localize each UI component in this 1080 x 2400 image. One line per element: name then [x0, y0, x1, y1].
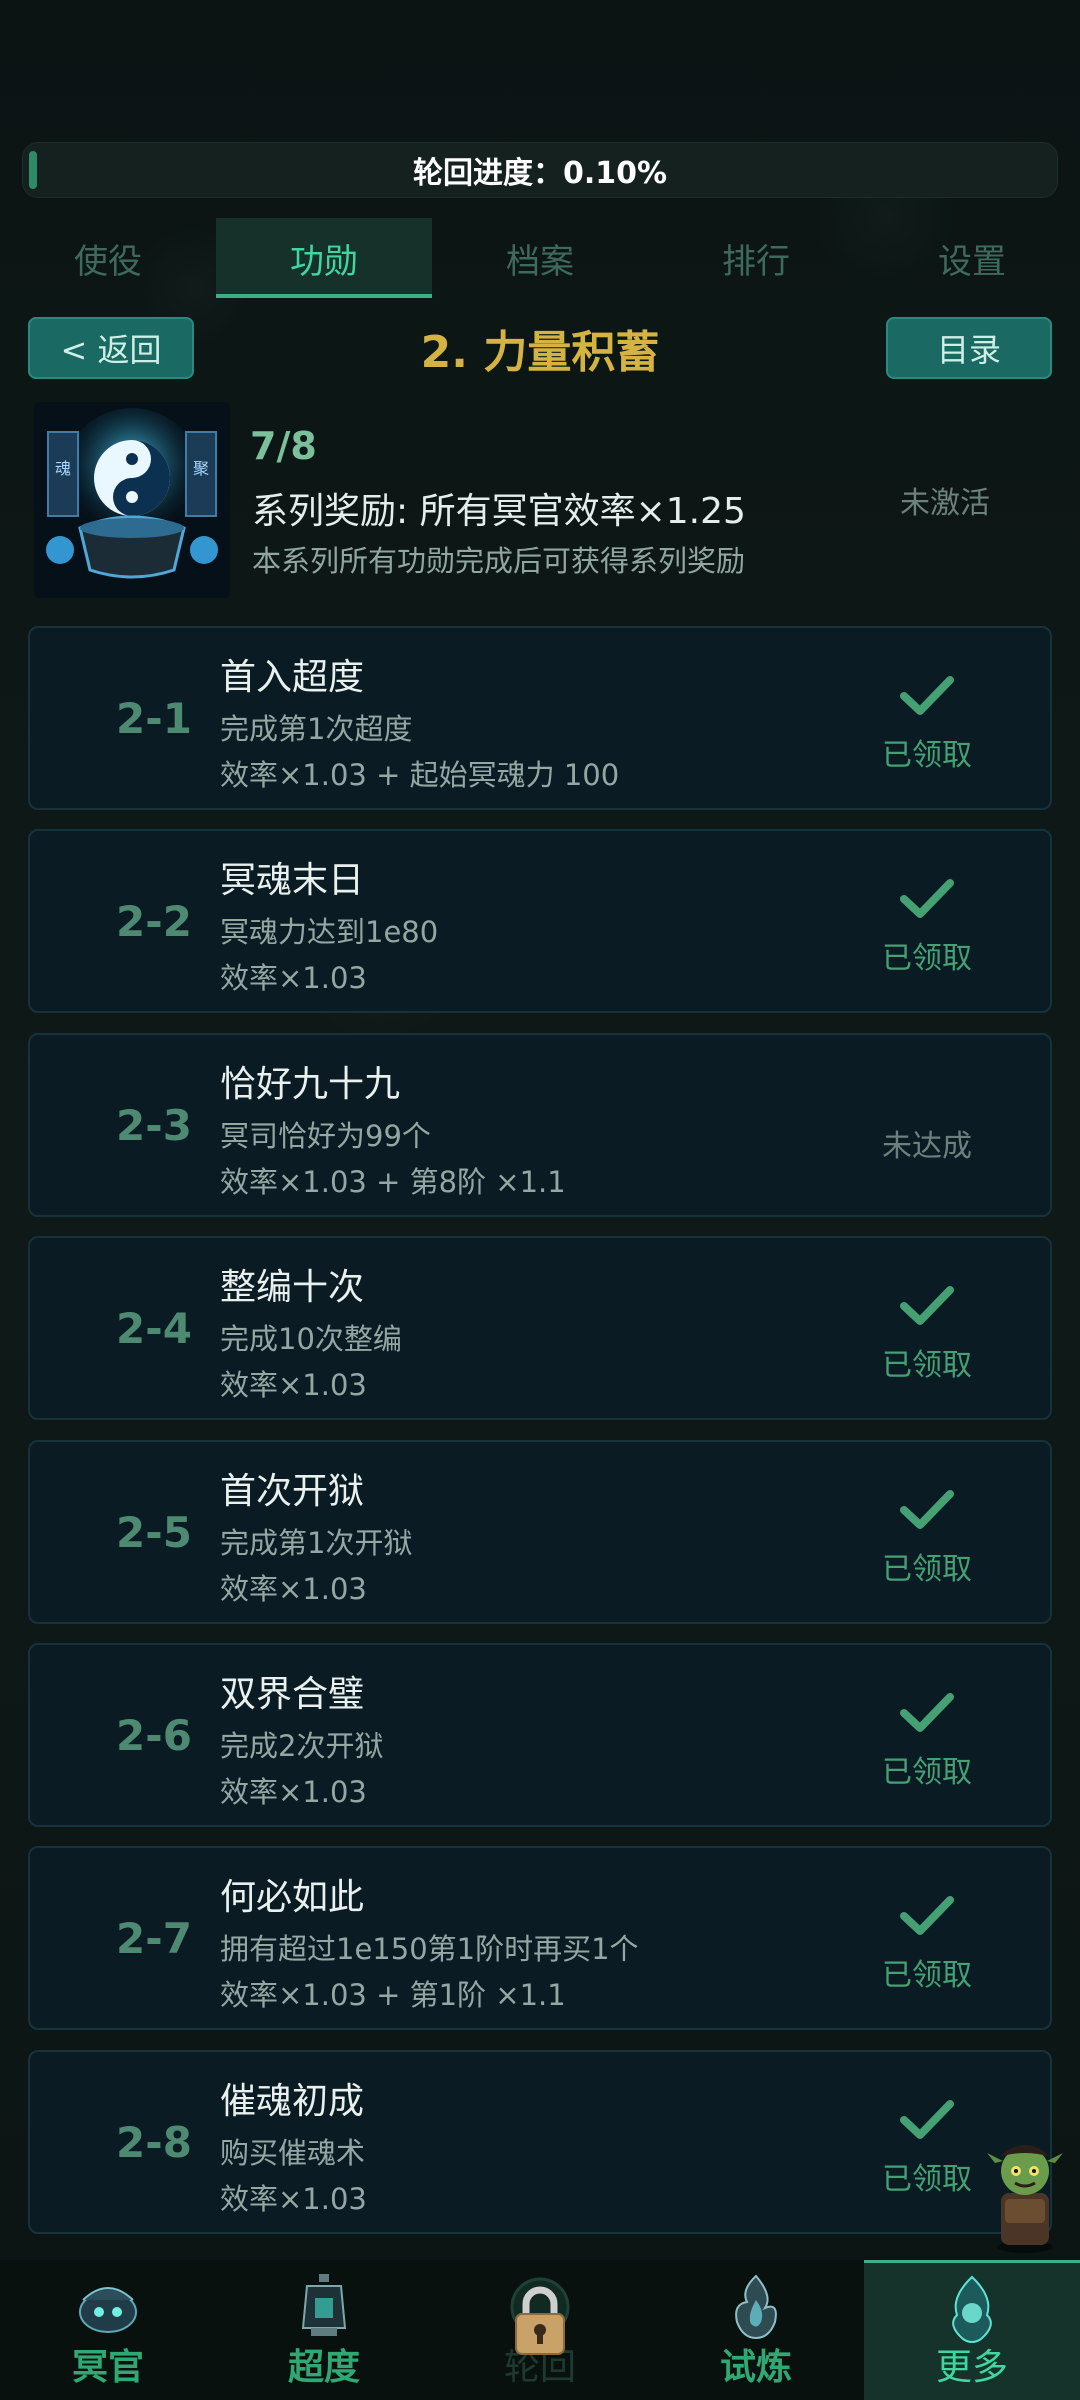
- achievement-title: 双界合璧: [220, 1674, 365, 1715]
- achievement-description: 完成10次整编: [220, 1322, 402, 1356]
- achievement-description: 购买催魂术: [220, 2136, 366, 2170]
- achievement-card[interactable]: 2-5 首次开狱 完成第1次开狱 效率×1.03 已领取: [28, 1440, 1052, 1624]
- achievement-reward: 效率×1.03: [220, 961, 367, 995]
- achievement-card[interactable]: 2-6 双界合璧 完成2次开狱 效率×1.03 已领取: [28, 1643, 1052, 1827]
- nav-label: 更多: [935, 2347, 1008, 2388]
- status-label: 已领取: [882, 1348, 972, 1383]
- status-label: 已领取: [882, 2162, 972, 2197]
- ghost-official-icon: [79, 2287, 137, 2333]
- achievement-status: 已领取: [852, 831, 1002, 1011]
- check-icon: [900, 1896, 954, 1935]
- achievement-reward: 效率×1.03 + 起始冥魂力 100: [220, 758, 620, 792]
- svg-text:聚: 聚: [193, 459, 209, 478]
- tab-ranking[interactable]: 排行: [648, 218, 864, 298]
- progress-label: 轮回进度：0.10%: [412, 156, 668, 191]
- check-icon: [900, 676, 954, 715]
- check-icon: [900, 2100, 954, 2139]
- achievement-status: 已领取: [852, 628, 1002, 808]
- series-description: 本系列所有功勋完成后可获得系列奖励: [252, 544, 746, 578]
- achievement-status: 已领取: [852, 1238, 1002, 1418]
- achievement-description: 冥魂力达到1e80: [220, 915, 439, 949]
- status-label: 已领取: [882, 1552, 972, 1587]
- achievement-title: 整编十次: [220, 1267, 365, 1308]
- achievement-reward: 效率×1.03 + 第8阶 ×1.1: [220, 1165, 566, 1199]
- nav-label: 试炼: [719, 2347, 792, 2388]
- achievement-card[interactable]: 2-3 恰好九十九 冥司恰好为99个 效率×1.03 + 第8阶 ×1.1 未达…: [28, 1033, 1052, 1217]
- tab-records[interactable]: 档案: [432, 218, 648, 298]
- nav-officials[interactable]: 冥官: [0, 2260, 216, 2400]
- check-icon: [900, 879, 954, 918]
- series-status: 未激活: [900, 486, 990, 521]
- achievement-card[interactable]: 2-2 冥魂末日 冥魂力达到1e80 效率×1.03 已领取: [28, 829, 1052, 1013]
- flame-icon: [735, 2274, 777, 2340]
- svg-text:魂: 魂: [55, 459, 71, 478]
- check-icon: [900, 1286, 954, 1325]
- tab-service[interactable]: 使役: [0, 218, 216, 298]
- achievement-title: 恰好九十九: [220, 1064, 401, 1105]
- achievement-card[interactable]: 2-1 首入超度 完成第1次超度 效率×1.03 + 起始冥魂力 100 已领取: [28, 626, 1052, 810]
- status-label: 已领取: [882, 738, 972, 773]
- achievement-card[interactable]: 2-4 整编十次 完成10次整编 效率×1.03 已领取: [28, 1236, 1052, 1420]
- achievement-reward: 效率×1.03: [220, 1368, 367, 1402]
- achievement-card[interactable]: 2-8 催魂初成 购买催魂术 效率×1.03 已领取: [28, 2050, 1052, 2234]
- nav-more[interactable]: 更多: [864, 2260, 1080, 2400]
- achievement-description: 拥有超过1e150第1阶时再买1个: [220, 1932, 639, 1966]
- achievement-title: 催魂初成: [220, 2081, 365, 2122]
- achievement-reward: 效率×1.03: [220, 1572, 367, 1606]
- spirit-flame-icon: [952, 2275, 992, 2343]
- achievement-status: 未达成: [852, 1035, 1002, 1215]
- status-label: 已领取: [882, 941, 972, 976]
- achievement-reward: 效率×1.03 + 第1阶 ×1.1: [220, 1978, 566, 2012]
- tab-settings[interactable]: 设置: [864, 218, 1080, 298]
- achievement-title: 何必如此: [220, 1877, 365, 1918]
- lock-icon: [515, 2286, 565, 2355]
- achievement-title: 首次开狱: [220, 1471, 365, 1512]
- top-tabs: 使役 功勋 档案 排行 设置: [0, 218, 1080, 298]
- achievement-status: 已领取: [852, 1645, 1002, 1825]
- achievement-reward: 效率×1.03: [220, 1775, 367, 1809]
- series-reward: 系列奖励: 所有冥官效率×1.25: [252, 491, 746, 532]
- goblin-helper-icon[interactable]: [985, 2135, 1065, 2255]
- achievement-description: 完成第1次开狱: [220, 1526, 413, 1560]
- achievement-status: 已领取: [852, 1848, 1002, 2028]
- yin-yang-cauldron-icon: 魂 聚: [34, 402, 230, 598]
- achievement-title: 首入超度: [220, 657, 365, 698]
- page-title: 2. 力量积蓄: [420, 327, 660, 378]
- lantern-icon: [301, 2274, 347, 2336]
- status-label: 已领取: [882, 1958, 972, 1993]
- nav-reincarnation[interactable]: 轮回: [432, 2260, 648, 2400]
- check-icon: [900, 1490, 954, 1529]
- back-button[interactable]: < 返回: [28, 317, 194, 379]
- achievement-description: 冥司恰好为99个: [220, 1119, 431, 1153]
- achievement-card[interactable]: 2-7 何必如此 拥有超过1e150第1阶时再买1个 效率×1.03 + 第1阶…: [28, 1846, 1052, 2030]
- tab-merits[interactable]: 功勋: [216, 218, 432, 298]
- achievement-description: 完成第1次超度: [220, 712, 413, 746]
- check-icon: [900, 1693, 954, 1732]
- achievement-title: 冥魂末日: [220, 860, 365, 901]
- bottom-navigation: 冥官 超度 轮回 试炼 更多: [0, 2260, 1080, 2400]
- nav-trial[interactable]: 试炼: [648, 2260, 864, 2400]
- achievement-description: 完成2次开狱: [220, 1729, 384, 1763]
- series-progress-count: 7/8: [250, 424, 317, 468]
- status-label: 已领取: [882, 1755, 972, 1790]
- reincarnation-progress-bar: 轮回进度：0.10%: [22, 142, 1058, 198]
- nav-label: 超度: [287, 2347, 360, 2388]
- nav-salvation[interactable]: 超度: [216, 2260, 432, 2400]
- nav-label: 冥官: [71, 2347, 144, 2388]
- achievement-status: 已领取: [852, 2052, 1002, 2232]
- achievement-reward: 效率×1.03: [220, 2182, 367, 2216]
- status-label: 未达成: [882, 1129, 972, 1164]
- achievement-status: 已领取: [852, 1442, 1002, 1622]
- catalog-button[interactable]: 目录: [886, 317, 1052, 379]
